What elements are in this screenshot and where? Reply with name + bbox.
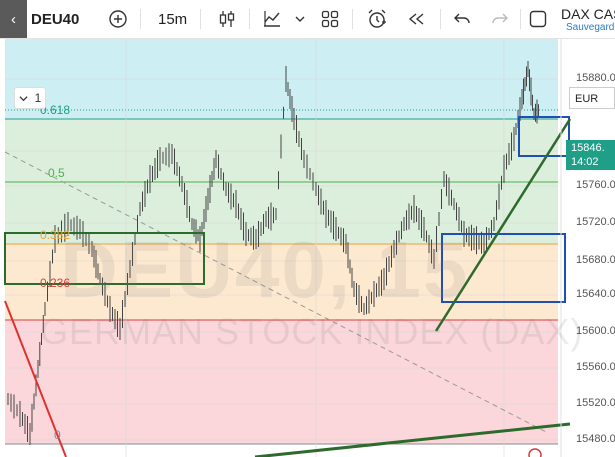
- save-status[interactable]: Sauvegard: [566, 22, 614, 33]
- candlestick-icon: [219, 11, 235, 27]
- plus-circle-icon: [109, 10, 127, 28]
- undo-button[interactable]: [450, 0, 474, 38]
- chart-type-button[interactable]: [215, 0, 239, 38]
- indicators-button[interactable]: [260, 0, 284, 38]
- replay-button[interactable]: [404, 0, 428, 38]
- fib-label-382: 0.382: [40, 228, 71, 242]
- alert-button[interactable]: [364, 0, 390, 38]
- layout-button[interactable]: [318, 0, 342, 38]
- bar-countdown: 14:02: [571, 156, 599, 168]
- grid-layout-icon: [321, 10, 339, 28]
- chart-area[interactable]: DEU40, 15 GERMAN STOCK INDEX (DAX) 0.618…: [0, 39, 615, 457]
- price-axis-label: 15880.00: [576, 72, 615, 84]
- separator: [249, 9, 250, 29]
- watermark-name: GERMAN STOCK INDEX (DAX): [40, 311, 584, 352]
- redo-button[interactable]: [488, 0, 512, 38]
- symbol-label[interactable]: DEU40: [31, 0, 79, 38]
- fib-label-0: 0: [54, 428, 61, 442]
- chevron-down-icon: [19, 95, 28, 101]
- price-axis-label: 15600.00: [576, 325, 615, 337]
- current-price-value: 15846.: [571, 142, 605, 154]
- separator: [140, 9, 141, 29]
- indicator-chart-icon: [264, 11, 280, 27]
- add-symbol-button[interactable]: [106, 0, 130, 38]
- current-price-badge: 15846. 14:02: [566, 140, 615, 170]
- price-axis-label: 15520.00: [576, 397, 615, 409]
- undo-icon: [454, 13, 470, 24]
- price-axis-label: 15560.00: [576, 361, 615, 373]
- logo-icon: [528, 448, 542, 457]
- fib-label-50: 0.5: [48, 166, 65, 180]
- price-axis-label: 15480.00: [576, 433, 615, 445]
- price-axis-label: 15680.00: [576, 254, 615, 266]
- back-button[interactable]: ‹: [0, 0, 27, 38]
- square-icon: [529, 10, 547, 28]
- chart-title: DAX CAS: [561, 6, 615, 22]
- price-axis-label: 15640.00: [576, 288, 615, 300]
- timeframe-button[interactable]: 15m: [158, 0, 187, 38]
- collapse-count: 1: [34, 91, 42, 105]
- watermark-symbol: DEU40, 15: [60, 225, 470, 314]
- redo-icon: [492, 13, 508, 24]
- chevron-left-icon: ‹: [11, 10, 16, 28]
- separator: [520, 9, 521, 29]
- fullscreen-button[interactable]: [526, 0, 550, 38]
- rewind-icon: [408, 13, 424, 25]
- fib-label-236: 0.236: [40, 276, 71, 290]
- price-axis-label: 15760.00: [576, 179, 615, 191]
- price-axis-label: 15720.00: [576, 216, 615, 228]
- collapse-indicators-button[interactable]: 1: [14, 87, 46, 109]
- indicators-dropdown[interactable]: [292, 0, 308, 38]
- currency-label[interactable]: EUR: [569, 87, 615, 109]
- toolbar: ‹ DEU40 15m DAX CAS Sauvegard: [0, 0, 615, 39]
- alarm-clock-icon: [368, 9, 386, 28]
- separator: [352, 9, 353, 29]
- separator: [200, 9, 201, 29]
- separator: [440, 9, 441, 29]
- chevron-down-icon: [295, 16, 305, 22]
